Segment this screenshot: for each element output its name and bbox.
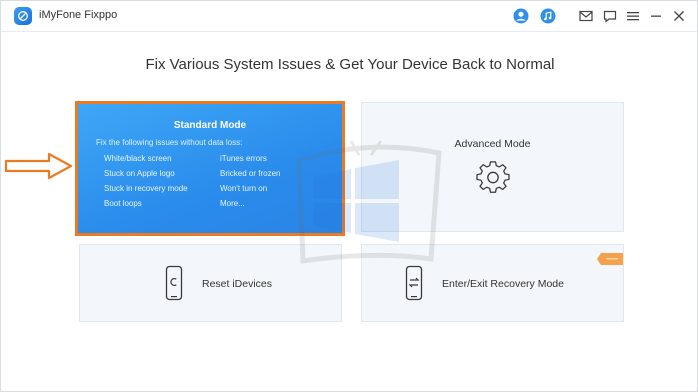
issue-item: iTunes errors (220, 154, 267, 163)
issue-item: Boot loops (104, 199, 142, 208)
app-logo-icon (14, 7, 32, 25)
phone-reset-icon (165, 265, 183, 301)
issue-item: Stuck in recovery mode (104, 184, 188, 193)
menu-icon[interactable] (624, 7, 642, 25)
issue-item: Stuck on Apple logo (104, 169, 175, 178)
standard-mode-title: Standard Mode (173, 120, 247, 131)
close-icon[interactable] (670, 7, 688, 25)
feedback-icon[interactable] (601, 7, 619, 25)
music-icon[interactable] (539, 7, 557, 25)
standard-mode-description: Fix the following issues without data lo… (96, 138, 243, 147)
phone-recovery-icon (405, 265, 423, 301)
gear-icon (476, 161, 510, 193)
reset-idevices-title: Reset iDevices (202, 278, 273, 290)
advanced-mode-card[interactable]: Advanced Mode (361, 102, 624, 232)
app-window: iMyFone Fixppo Fix Various System Issues… (0, 0, 698, 392)
minimize-icon[interactable] (647, 7, 665, 25)
issue-item: Bricked or frozen (220, 169, 281, 178)
reset-idevices-card[interactable]: Reset iDevices (79, 244, 342, 322)
app-title: iMyFone Fixppo (39, 9, 118, 21)
tag-badge-icon (597, 253, 623, 265)
mail-icon[interactable] (577, 7, 595, 25)
recovery-mode-title: Enter/Exit Recovery Mode (442, 278, 564, 290)
pointer-arrow-icon (4, 152, 73, 180)
title-bar: iMyFone Fixppo (1, 1, 697, 32)
standard-mode-card[interactable]: Standard Mode Fix the following issues w… (75, 101, 345, 236)
more-link[interactable]: More... (220, 199, 245, 208)
page-headline: Fix Various System Issues & Get Your Dev… (145, 56, 555, 73)
advanced-mode-title: Advanced Mode (454, 138, 531, 150)
issue-item: White/black screen (104, 154, 172, 163)
issue-item: Won't turn on (220, 184, 268, 193)
user-icon[interactable] (512, 7, 530, 25)
recovery-mode-card[interactable]: Enter/Exit Recovery Mode (361, 244, 624, 322)
